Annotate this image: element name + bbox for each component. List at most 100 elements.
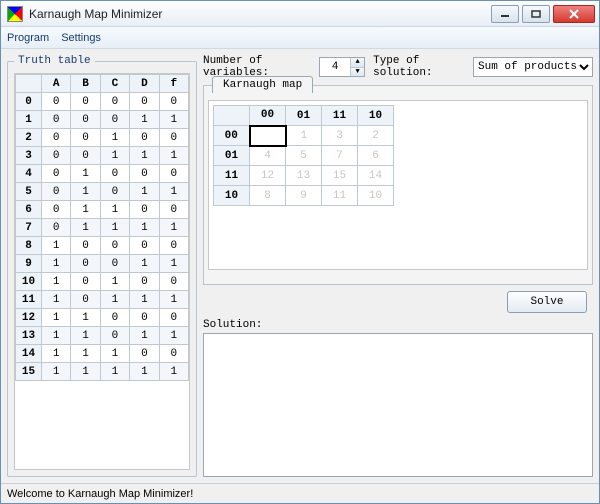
truth-cell[interactable]: 1 [159,183,188,201]
truth-cell[interactable]: 1 [130,183,159,201]
kmap-cell[interactable]: 7 [322,146,358,166]
truth-cell[interactable]: 1 [100,363,129,381]
truth-cell[interactable]: 0 [42,111,71,129]
minimize-button[interactable] [491,5,519,23]
kmap-cell[interactable]: 13 [286,166,322,186]
kmap-cell[interactable]: 14 [358,166,394,186]
truth-cell[interactable]: 1 [130,327,159,345]
truth-cell[interactable]: 0 [42,219,71,237]
soltype-select[interactable]: Sum of products [473,57,593,77]
truth-cell[interactable]: 1 [130,363,159,381]
table-row[interactable]: 501011 [16,183,189,201]
kmap-cell[interactable]: 1 [286,126,322,146]
kmap-cell[interactable]: 11 [322,186,358,206]
truth-cell[interactable]: 0 [159,93,188,111]
truth-cell[interactable]: 1 [130,291,159,309]
truth-cell[interactable]: 1 [42,237,71,255]
table-row[interactable]: 1511111 [16,363,189,381]
table-row[interactable]: 401000 [16,165,189,183]
truth-cell[interactable]: 1 [71,327,100,345]
close-button[interactable] [553,5,595,23]
numvars-input[interactable] [320,58,350,76]
kmap-cell[interactable]: 12 [250,166,286,186]
truth-cell[interactable]: 1 [42,309,71,327]
truth-cell[interactable]: 1 [100,291,129,309]
table-row[interactable]: 1311011 [16,327,189,345]
truth-cell[interactable]: 1 [42,255,71,273]
truth-cell[interactable]: 1 [130,255,159,273]
truth-cell[interactable]: 1 [100,129,129,147]
truth-cell[interactable]: 0 [71,255,100,273]
truth-cell[interactable]: 1 [159,255,188,273]
truth-cell[interactable]: 1 [71,363,100,381]
truth-cell[interactable]: 1 [71,219,100,237]
truth-cell[interactable]: 0 [100,93,129,111]
truth-cell[interactable]: 0 [71,273,100,291]
truth-cell[interactable]: 0 [130,201,159,219]
spinner-down[interactable]: ▼ [351,68,364,77]
kmap-cell[interactable]: 9 [286,186,322,206]
truth-cell[interactable]: 0 [130,93,159,111]
spinner-up[interactable]: ▲ [351,58,364,68]
kmap-cell[interactable]: 4 [250,146,286,166]
truth-cell[interactable]: 0 [100,111,129,129]
numvars-spinner[interactable]: ▲ ▼ [319,57,365,77]
kmap-area[interactable]: 0001111000132014576111213151410891110 [208,100,588,270]
truth-cell[interactable]: 1 [159,147,188,165]
menu-program[interactable]: Program [7,32,49,44]
table-row[interactable]: 1211000 [16,309,189,327]
truth-cell[interactable]: 1 [71,309,100,327]
truth-cell[interactable]: 1 [42,327,71,345]
table-row[interactable]: 810000 [16,237,189,255]
solve-button[interactable]: Solve [507,291,587,313]
truth-cell[interactable]: 0 [42,165,71,183]
kmap-cell[interactable]: 2 [358,126,394,146]
truth-cell[interactable]: 1 [42,363,71,381]
table-row[interactable]: 100011 [16,111,189,129]
truth-cell[interactable]: 1 [159,363,188,381]
truth-cell[interactable]: 1 [159,219,188,237]
truth-cell[interactable]: 1 [100,201,129,219]
truth-cell[interactable]: 0 [130,129,159,147]
truth-cell[interactable]: 0 [159,165,188,183]
table-row[interactable]: 910011 [16,255,189,273]
truth-cell[interactable]: 0 [42,183,71,201]
truth-cell[interactable]: 0 [130,345,159,363]
truth-cell[interactable]: 0 [100,183,129,201]
truth-cell[interactable]: 0 [71,111,100,129]
truth-cell[interactable]: 0 [100,165,129,183]
table-row[interactable]: 1411100 [16,345,189,363]
truth-cell[interactable]: 0 [130,273,159,291]
maximize-button[interactable] [522,5,550,23]
kmap-cell[interactable]: 10 [358,186,394,206]
truth-cell[interactable]: 0 [159,237,188,255]
truth-cell[interactable]: 0 [159,129,188,147]
truth-cell[interactable]: 0 [71,291,100,309]
truth-cell[interactable]: 1 [159,111,188,129]
kmap-cell[interactable]: 15 [322,166,358,186]
truth-cell[interactable]: 1 [130,219,159,237]
table-row[interactable]: 1010100 [16,273,189,291]
truth-table-container[interactable]: ABCDf00000010001120010030011140100050101… [14,73,190,470]
truth-cell[interactable]: 1 [42,345,71,363]
truth-cell[interactable]: 0 [42,93,71,111]
truth-cell[interactable]: 0 [130,237,159,255]
truth-cell[interactable]: 1 [71,165,100,183]
truth-cell[interactable]: 1 [42,273,71,291]
truth-cell[interactable]: 0 [71,93,100,111]
truth-cell[interactable]: 0 [71,237,100,255]
truth-cell[interactable]: 0 [159,201,188,219]
truth-cell[interactable]: 0 [100,255,129,273]
table-row[interactable]: 000000 [16,93,189,111]
table-row[interactable]: 701111 [16,219,189,237]
truth-cell[interactable]: 0 [42,129,71,147]
table-row[interactable]: 1110111 [16,291,189,309]
truth-cell[interactable]: 1 [71,345,100,363]
kmap-tab[interactable]: Karnaugh map [212,76,313,93]
truth-cell[interactable]: 1 [100,273,129,291]
truth-cell[interactable]: 0 [42,147,71,165]
kmap-cell[interactable]: 8 [250,186,286,206]
kmap-cell[interactable]: 5 [286,146,322,166]
truth-cell[interactable]: 0 [159,309,188,327]
menu-settings[interactable]: Settings [61,32,101,44]
